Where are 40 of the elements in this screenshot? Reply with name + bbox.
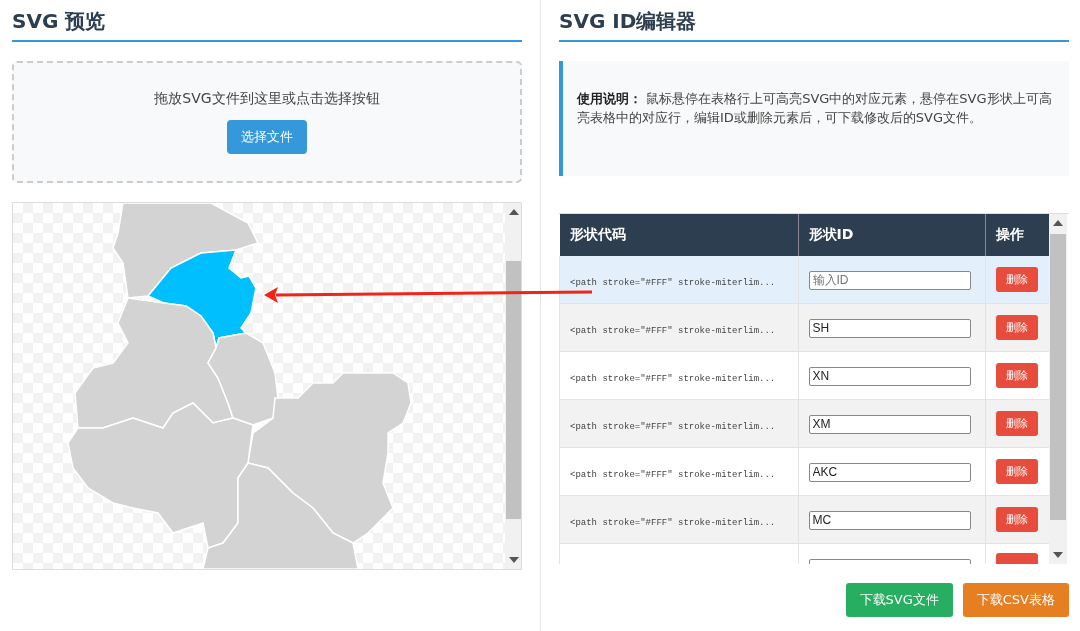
shape-code: <path stroke="#FFF" stroke-miterlim... (570, 326, 776, 336)
delete-button[interactable]: 删除 (995, 507, 1038, 532)
table-row[interactable]: <path stroke="#FFF" stroke-miterlim... MC 删除 (559, 495, 1049, 544)
table-row[interactable]: <path stroke="#FFF" stroke-miterlim... XM 删除 (559, 399, 1049, 448)
shape-code: <path stroke="#FFF" stroke-miterlim... (570, 278, 776, 288)
delete-button[interactable]: 删除 (995, 267, 1038, 292)
map-region[interactable] (67, 402, 254, 549)
scrollbar[interactable] (1049, 214, 1067, 564)
delete-button[interactable]: 删除 (995, 315, 1038, 340)
dropzone[interactable]: 拖放SVG文件到这里或点击选择按钮 选择文件 (12, 61, 522, 183)
id-input[interactable]: MC (808, 510, 971, 530)
shape-code: <path stroke="#FFF" stroke-miterlim... (570, 470, 776, 480)
delete-button[interactable]: 删除 (995, 411, 1038, 436)
section-title: SVG 预览 (12, 0, 522, 42)
table-row[interactable]: <path stroke="#FFF" stroke-miterlim... AKC 删除 (559, 447, 1049, 496)
id-input[interactable]: 输入ID (808, 270, 971, 290)
shape-code: <path stroke="#FFF" stroke-miterlim... (570, 518, 776, 528)
column-header: 形状代码 (559, 214, 798, 256)
delete-button[interactable]: 删除 (995, 363, 1038, 388)
scrollbar[interactable] (505, 203, 521, 569)
delete-button[interactable]: 删除 (995, 459, 1038, 484)
map-region[interactable] (207, 332, 279, 426)
column-header: 形状ID (798, 214, 985, 256)
table-row[interactable]: <path stroke="#FFF" stroke-miterlim... XN 删除 (559, 351, 1049, 400)
column-header: 操作 (985, 214, 1049, 256)
map-region[interactable] (202, 462, 359, 569)
dropzone-hint: 拖放SVG文件到这里或点击选择按钮 (154, 90, 380, 108)
id-input[interactable]: XM (808, 414, 971, 434)
table-row[interactable]: <path stroke="#FFF" stroke-miterlim... 输入ID 删除 (559, 256, 1049, 304)
section-title: SVG ID编辑器 (559, 0, 1069, 42)
map-region[interactable] (74, 297, 234, 429)
table-row[interactable]: <path stroke="#FFF" stroke-miterlim... SH 删除 (559, 303, 1049, 352)
map-region[interactable] (247, 372, 412, 544)
shape-code: <path stroke="#FFF" stroke-miterlim... (570, 422, 776, 432)
shape-code: <path stroke="#FFF" stroke-miterlim... (570, 374, 776, 384)
id-input[interactable]: XN (808, 366, 971, 386)
id-input[interactable]: AKC (808, 462, 971, 482)
id-input[interactable]: SH (808, 318, 971, 338)
map-region[interactable] (112, 203, 260, 299)
instructions-text: 使用说明： 鼠标悬停在表格行上可高亮SVG中的对应元素，悬停在SVG形状上可高亮表格中的对应行，编辑ID或删除元素后，可下载修改后的SVG文件。 (559, 61, 1069, 176)
